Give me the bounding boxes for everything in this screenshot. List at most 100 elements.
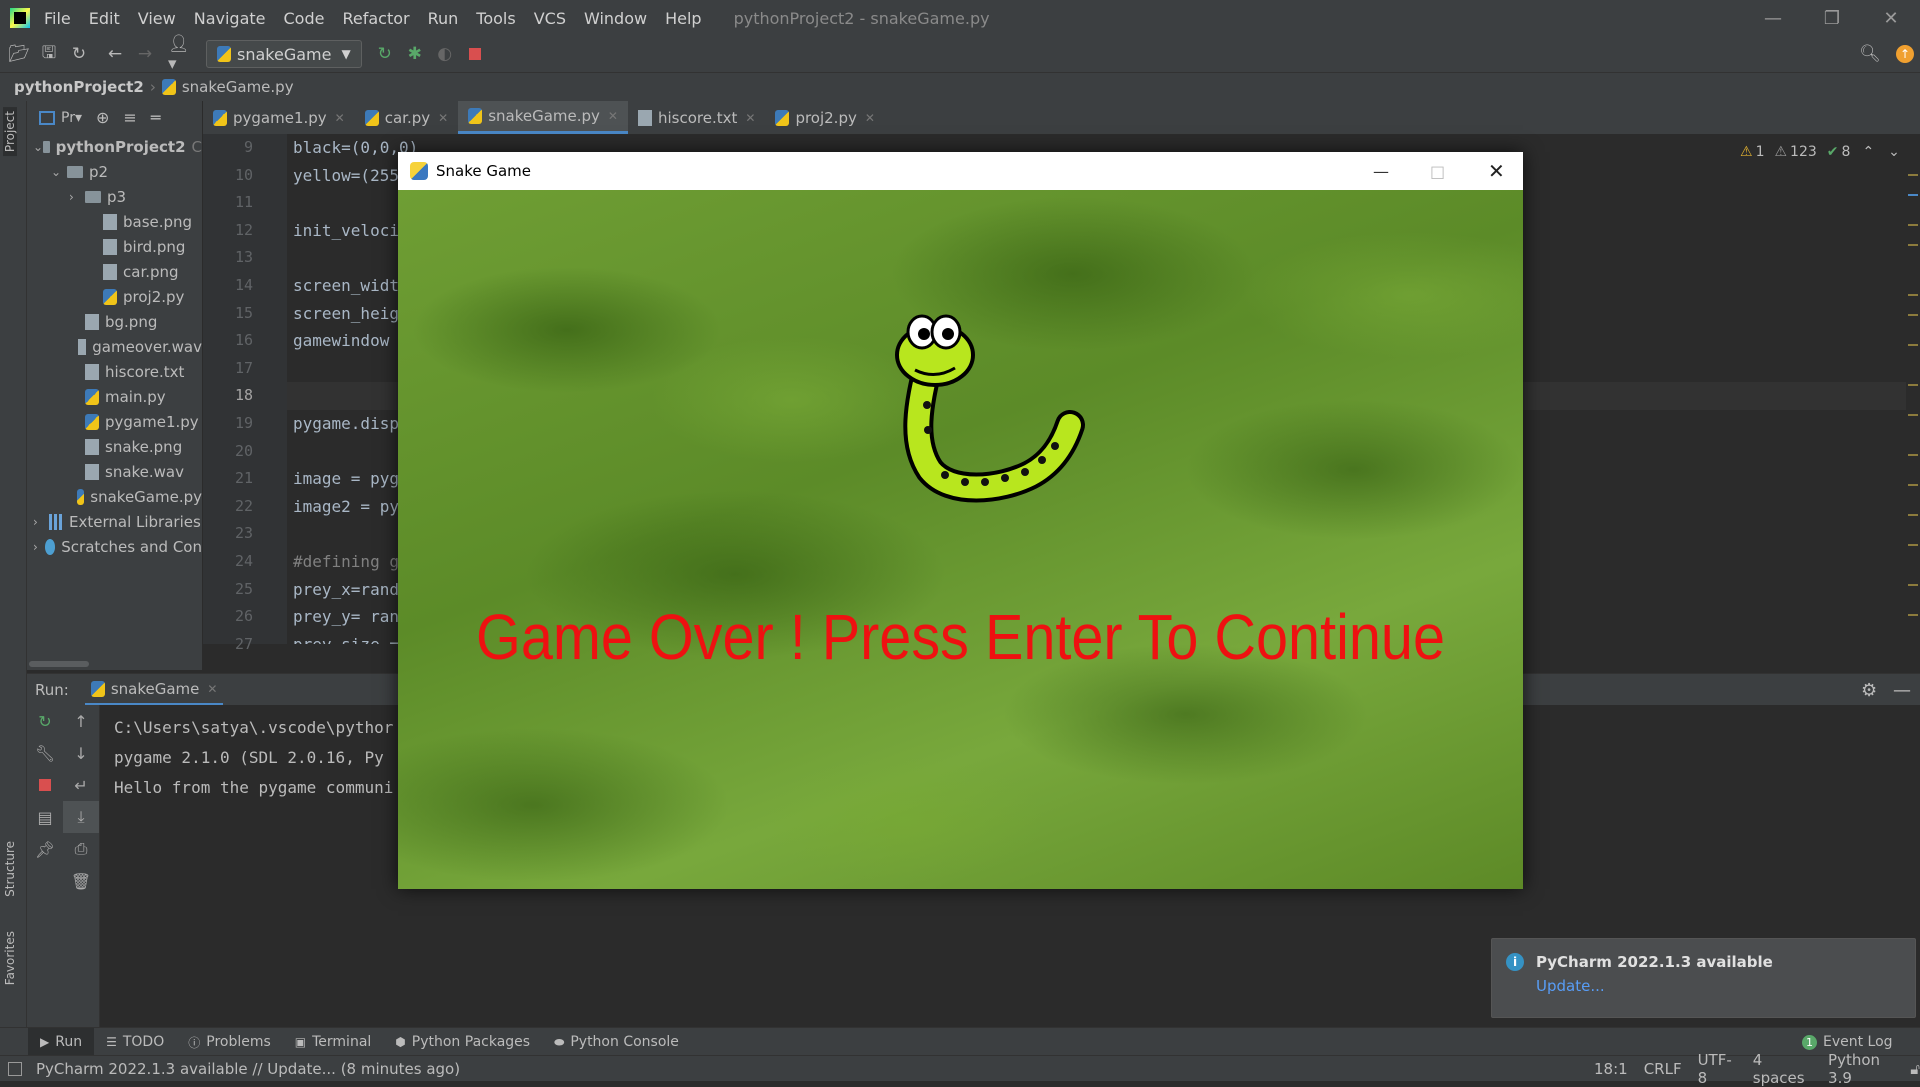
menu-tools[interactable]: Tools — [476, 9, 515, 28]
sync-icon[interactable]: ↻ — [64, 40, 94, 68]
soft-wrap-icon[interactable]: ↵ — [63, 769, 99, 801]
stop-icon[interactable] — [460, 40, 490, 68]
tree-item[interactable]: › p3 — [27, 184, 202, 209]
close-tab-icon[interactable]: ✕ — [608, 109, 618, 123]
tree-item[interactable]: › Scratches and Con — [27, 534, 202, 559]
pin-icon[interactable]: 📌︎ — [27, 833, 63, 865]
project-view-icon[interactable] — [39, 110, 55, 125]
update-link[interactable]: Update... — [1536, 977, 1915, 995]
stop-icon[interactable] — [27, 769, 63, 801]
back-icon[interactable]: ← — [100, 40, 130, 68]
trash-icon[interactable]: 🗑︎ — [63, 865, 99, 897]
chevron-down-icon[interactable]: ⌄ — [1888, 144, 1900, 160]
maximize-icon[interactable]: □ — [1430, 162, 1445, 181]
close-tab-icon[interactable]: ✕ — [207, 682, 217, 696]
debug-icon[interactable]: ✱ — [400, 40, 430, 68]
locate-icon[interactable]: ⊕ — [96, 108, 109, 127]
rerun-icon[interactable]: ↻ — [370, 40, 400, 68]
tree-scrollbar[interactable] — [27, 658, 202, 670]
restore-icon[interactable]: ❐ — [1803, 0, 1861, 36]
project-tool-tab[interactable]: Project — [3, 107, 17, 157]
collapse-all-icon[interactable]: ═ — [151, 108, 161, 127]
game-titlebar[interactable]: Snake Game — □ ✕ — [398, 152, 1523, 190]
tree-item[interactable]: snakeGame.py — [27, 484, 202, 509]
close-icon[interactable]: ✕ — [1488, 159, 1505, 183]
lock-icon[interactable]: 🔓︎ — [1910, 1060, 1920, 1078]
forward-icon[interactable]: → — [130, 40, 160, 68]
menu-file[interactable]: File — [44, 9, 71, 28]
bottom-tab[interactable]: ⬢ Python Packages — [383, 1028, 542, 1056]
expand-all-icon[interactable]: ≡ — [123, 108, 136, 127]
breadcrumb-file[interactable]: snakeGame.py — [182, 78, 294, 96]
indent-setting[interactable]: 4 spaces — [1753, 1051, 1812, 1087]
menu-window[interactable]: Window — [584, 9, 647, 28]
menu-run[interactable]: Run — [428, 9, 459, 28]
toggle-tool-windows-icon[interactable] — [8, 1061, 22, 1076]
open-folder-icon[interactable]: 📂︎ — [4, 40, 34, 68]
chevron-up-icon[interactable]: ⌃ — [1862, 144, 1874, 160]
editor-tab[interactable]: car.py ✕ — [355, 101, 458, 134]
search-icon[interactable]: 🔍︎ — [1855, 40, 1885, 68]
editor-tab[interactable]: proj2.py ✕ — [765, 101, 884, 134]
tree-item[interactable]: base.png — [27, 209, 202, 234]
rerun-icon[interactable]: ↻ — [27, 705, 63, 737]
tree-item[interactable]: ⌄ p2 — [27, 159, 202, 184]
editor-error-stripe[interactable] — [1906, 134, 1920, 644]
menu-navigate[interactable]: Navigate — [194, 9, 266, 28]
bottom-tab[interactable]: ▶ Run — [28, 1028, 95, 1056]
tree-item[interactable]: snake.wav — [27, 459, 202, 484]
gear-icon[interactable]: ⚙ — [1861, 680, 1877, 701]
menu-view[interactable]: View — [138, 9, 176, 28]
run-tab[interactable]: snakeGame ✕ — [84, 674, 224, 706]
save-icon[interactable]: 🖫 — [34, 40, 64, 68]
close-icon[interactable]: ✕ — [1862, 0, 1920, 36]
menu-edit[interactable]: Edit — [89, 9, 120, 28]
minimize-icon[interactable]: — — [1373, 162, 1389, 181]
arrow-down-icon[interactable]: ↓ — [63, 737, 99, 769]
snake-game-window[interactable]: Snake Game — □ ✕ Game Over ! Press Enter… — [398, 152, 1523, 889]
minimize-icon[interactable]: — — [1744, 0, 1802, 36]
line-separator[interactable]: CRLF — [1644, 1060, 1682, 1078]
close-tab-icon[interactable]: ✕ — [865, 111, 875, 125]
layout-icon[interactable]: ▤ — [27, 801, 63, 833]
event-log-button[interactable]: 1 Event Log — [1802, 1034, 1893, 1050]
close-tab-icon[interactable]: ✕ — [745, 111, 755, 125]
update-icon[interactable]: ↑ — [1890, 40, 1920, 68]
coverage-icon[interactable]: ◐ — [430, 40, 460, 68]
bottom-tab[interactable]: ▣ Terminal — [283, 1028, 384, 1056]
menu-vcs[interactable]: VCS — [534, 9, 566, 28]
close-tab-icon[interactable]: ✕ — [438, 111, 448, 125]
user-icon[interactable]: 👤︎▾ — [168, 34, 198, 74]
hide-panel-icon[interactable]: — — [1893, 680, 1911, 701]
breadcrumb-project[interactable]: pythonProject2 — [14, 78, 144, 96]
structure-tool-tab[interactable]: Structure — [3, 841, 17, 897]
tree-item[interactable]: car.png — [27, 259, 202, 284]
python-interpreter[interactable]: Python 3.9 — [1828, 1051, 1900, 1087]
bottom-tab[interactable]: ☰ TODO — [94, 1028, 176, 1056]
tree-item[interactable]: snake.png — [27, 434, 202, 459]
tree-item[interactable]: pygame1.py — [27, 409, 202, 434]
status-message[interactable]: PyCharm 2022.1.3 available // Update... … — [36, 1060, 460, 1078]
file-encoding[interactable]: UTF-8 — [1698, 1051, 1737, 1087]
wrench-icon[interactable]: 🔧︎ — [27, 737, 63, 769]
close-tab-icon[interactable]: ✕ — [335, 111, 345, 125]
tree-item[interactable]: bird.png — [27, 234, 202, 259]
tree-item[interactable]: ⌄ pythonProject2 C — [27, 134, 202, 159]
menu-refactor[interactable]: Refactor — [342, 9, 409, 28]
tree-item[interactable]: hiscore.txt — [27, 359, 202, 384]
menu-help[interactable]: Help — [665, 9, 701, 28]
menu-code[interactable]: Code — [284, 9, 325, 28]
tree-item[interactable]: main.py — [27, 384, 202, 409]
arrow-up-icon[interactable]: ↑ — [63, 705, 99, 737]
favorites-tool-tab[interactable]: Favorites — [3, 931, 17, 985]
editor-tab[interactable]: pygame1.py ✕ — [203, 101, 355, 134]
editor-tab[interactable]: snakeGame.py ✕ — [458, 101, 628, 134]
bottom-tab[interactable]: ⬬ Python Console — [542, 1028, 691, 1056]
tree-item[interactable]: bg.png — [27, 309, 202, 334]
tree-item[interactable]: › External Libraries — [27, 509, 202, 534]
caret-position[interactable]: 18:1 — [1594, 1060, 1628, 1078]
game-canvas[interactable]: Game Over ! Press Enter To Continue — [398, 190, 1523, 889]
scroll-to-end-icon[interactable]: ⤓ — [63, 801, 99, 833]
inspection-widget[interactable]: ⚠ 1 ⚠ 123 ✔ 8 ⌃ ⌄ — [1740, 140, 1900, 164]
editor-tab[interactable]: hiscore.txt ✕ — [628, 101, 765, 134]
